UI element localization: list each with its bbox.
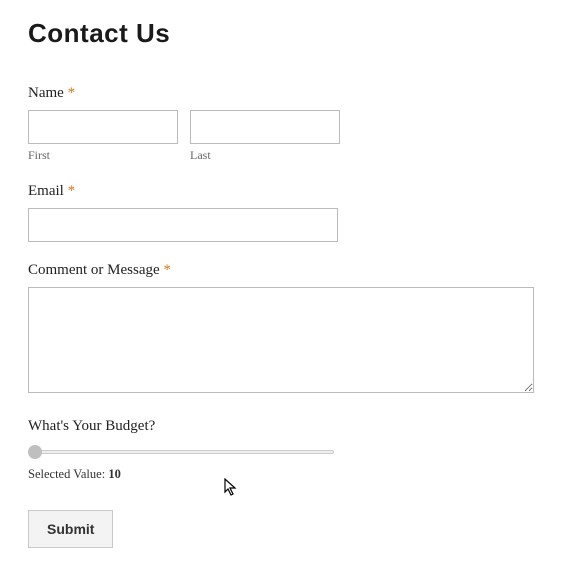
selected-value-number: 10	[108, 467, 121, 481]
email-field: Email *	[28, 183, 534, 242]
first-name-sublabel: First	[28, 148, 178, 163]
name-field: Name * First Last	[28, 85, 534, 163]
budget-label: What's Your Budget?	[28, 418, 534, 435]
message-textarea[interactable]	[28, 287, 534, 393]
first-name-input[interactable]	[28, 110, 178, 144]
required-asterisk: *	[163, 262, 171, 278]
slider-thumb[interactable]	[28, 445, 42, 459]
budget-field: What's Your Budget? Selected Value: 10	[28, 418, 534, 482]
selected-value-label: Selected Value:	[28, 467, 108, 481]
email-input[interactable]	[28, 208, 338, 242]
email-label: Email *	[28, 183, 534, 200]
name-label-text: Name	[28, 85, 64, 101]
message-label-text: Comment or Message	[28, 262, 160, 278]
budget-selected-value: Selected Value: 10	[28, 467, 534, 482]
name-label: Name *	[28, 85, 534, 102]
budget-slider[interactable]	[28, 443, 334, 461]
last-name-input[interactable]	[190, 110, 340, 144]
page-title: Contact Us	[28, 18, 534, 49]
email-label-text: Email	[28, 183, 64, 199]
required-asterisk: *	[68, 85, 76, 101]
message-label: Comment or Message *	[28, 262, 534, 279]
message-field: Comment or Message *	[28, 262, 534, 398]
slider-track	[28, 450, 334, 454]
last-name-sublabel: Last	[190, 148, 340, 163]
required-asterisk: *	[68, 183, 76, 199]
